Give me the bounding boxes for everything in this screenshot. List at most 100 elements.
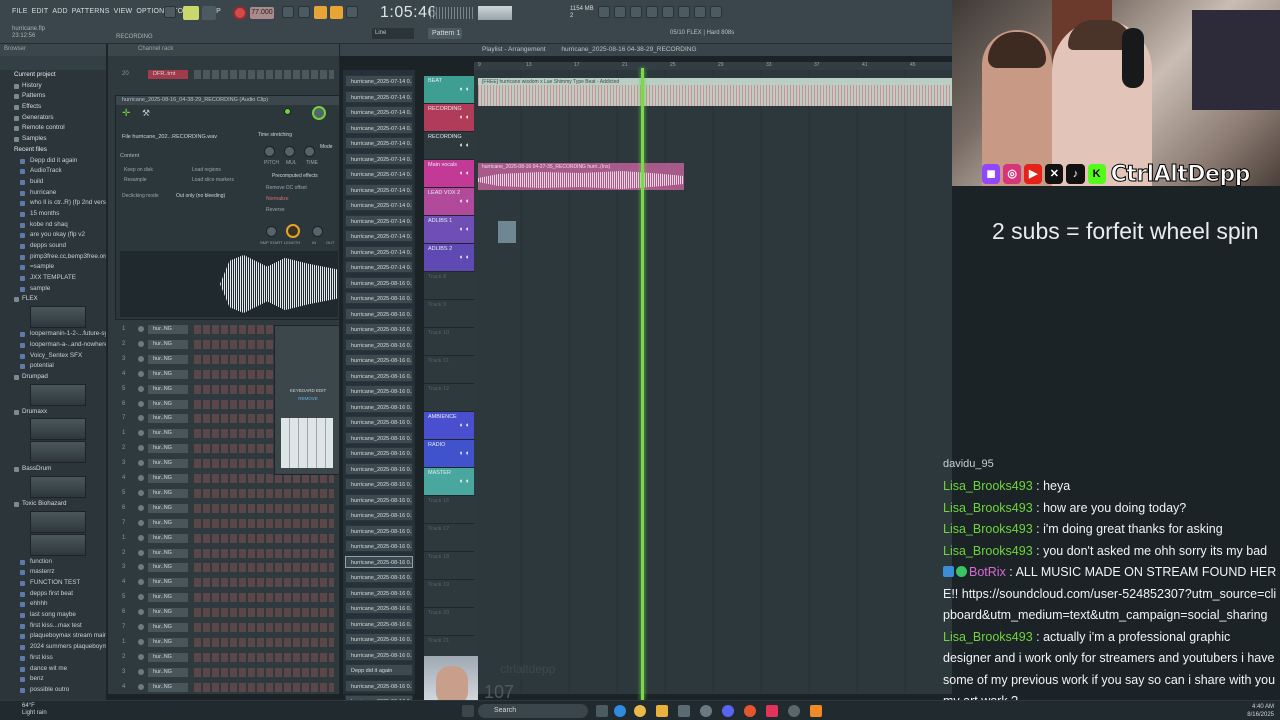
pattern-clip-item[interactable]: hurricane_2025-08-16 0.. xyxy=(345,648,413,661)
normalize-option[interactable]: Normalize xyxy=(266,196,289,202)
plugin-thumbnail[interactable] xyxy=(30,533,86,556)
step-sequencer[interactable] xyxy=(194,578,334,588)
master-volume-meter[interactable] xyxy=(478,6,512,20)
pattern-clip-item[interactable]: hurricane_2025-07-14 0.. xyxy=(345,90,413,103)
browser-item[interactable]: AudioTrack xyxy=(0,166,106,177)
pattern-selector[interactable]: Pattern 1 xyxy=(428,28,462,39)
chrome-icon[interactable] xyxy=(634,705,646,717)
chat-username[interactable]: Lisa_Brooks493 xyxy=(943,522,1033,536)
browser-item[interactable]: loopermanin-1-2-...future-synth xyxy=(0,329,106,340)
mute-led-icon[interactable] xyxy=(138,683,144,690)
browser-item[interactable]: Effects xyxy=(0,102,106,113)
mute-led-icon[interactable] xyxy=(138,564,144,571)
track-header[interactable]: LEAD VOX 2 ◐ ◐ xyxy=(424,188,474,216)
browser-item[interactable]: Recent files xyxy=(0,145,106,156)
chat-username[interactable]: Lisa_Brooks493 xyxy=(943,479,1033,493)
obs-icon[interactable] xyxy=(700,705,712,717)
browser-item[interactable]: 15 months xyxy=(0,209,106,220)
plugin-thumbnail[interactable] xyxy=(30,510,86,533)
mute-led-icon[interactable] xyxy=(138,415,144,422)
mute-led-icon[interactable] xyxy=(138,638,144,645)
track-header[interactable]: ADLIBS 2 ◐ ◐ xyxy=(424,244,474,272)
browser-item[interactable]: FLEX xyxy=(0,294,106,305)
start-icon[interactable] xyxy=(462,705,474,717)
browser-item[interactable]: build xyxy=(0,177,106,188)
pattern-clip-item[interactable]: hurricane_2025-07-14 0.. xyxy=(345,106,413,118)
tempo-display[interactable]: 77.000 xyxy=(250,7,274,19)
clip-waveform[interactable] xyxy=(120,251,338,317)
channel-row[interactable]: 5 hur..NG xyxy=(108,592,339,604)
pattern-clip-item[interactable]: hurricane_2025-07-14 0.. xyxy=(345,168,413,180)
fade-in-knob[interactable] xyxy=(312,226,323,237)
length-knob[interactable] xyxy=(286,224,300,238)
playhead[interactable] xyxy=(641,68,644,702)
volume-knob[interactable] xyxy=(312,106,326,120)
mute-led-icon[interactable] xyxy=(138,326,144,332)
pattern-clip-item[interactable]: hurricane_2025-08-16 0.. xyxy=(345,462,413,475)
taskbar-search[interactable]: Search xyxy=(478,704,588,718)
pattern-clip-item[interactable]: hurricane_2025-08-16 0.. xyxy=(345,323,413,335)
track-header[interactable]: Track 17 xyxy=(424,524,474,552)
mute-led-icon[interactable] xyxy=(138,460,144,467)
pattern-clip-item[interactable]: hurricane_2025-08-16 0.. xyxy=(345,400,413,413)
pattern-clip-item[interactable]: hurricane_2025-08-16 0.. xyxy=(345,338,413,351)
browser-item[interactable]: Depp did it again xyxy=(0,156,106,167)
browser-item[interactable]: =sample xyxy=(0,262,106,273)
pattern-clip-item[interactable]: hurricane_2025-08-16 0.. xyxy=(345,276,413,289)
mute-led-icon[interactable] xyxy=(138,624,144,630)
mute-led-icon[interactable] xyxy=(138,519,144,526)
step-sequencer[interactable] xyxy=(194,563,334,573)
help-icon[interactable] xyxy=(646,6,658,18)
time-knob[interactable] xyxy=(304,146,315,157)
browser-item[interactable]: Samples xyxy=(0,134,106,145)
track-controls-icon[interactable]: ◐ ◐ xyxy=(460,254,470,261)
channel-name[interactable]: hur..NG xyxy=(148,474,188,483)
mute-led-icon[interactable] xyxy=(138,549,144,556)
channel-name[interactable]: hur..NG xyxy=(148,578,188,588)
step-sequencer[interactable] xyxy=(194,652,334,662)
sample-start-knob[interactable] xyxy=(266,226,277,237)
chat-username[interactable]: Lisa_Brooks493 xyxy=(943,501,1033,515)
track-header[interactable]: Track 8 xyxy=(424,272,474,300)
chat-icon[interactable] xyxy=(694,6,706,18)
channel-name[interactable]: hur..NG xyxy=(148,459,188,469)
download-icon[interactable] xyxy=(710,6,722,18)
mute-led-icon[interactable] xyxy=(138,340,144,347)
step-sequencer[interactable] xyxy=(194,518,334,528)
plugin-thumbnail[interactable] xyxy=(30,441,86,464)
browser-item[interactable]: looperman-a-..and-nowhere xyxy=(0,340,106,351)
step-sequencer[interactable] xyxy=(194,488,334,498)
pattern-clip-item[interactable]: hurricane_2025-08-16 0.. xyxy=(345,354,413,366)
channel-row[interactable]: 5 hur..NG xyxy=(108,488,339,500)
mute-led-icon[interactable] xyxy=(138,355,144,362)
menu-item-add[interactable]: ADD xyxy=(52,8,67,15)
pattern-clip-item[interactable]: hurricane_2025-08-16 0.. xyxy=(345,509,413,521)
browser-item[interactable]: FUNCTION TEST xyxy=(0,578,106,589)
pattern-clip-item[interactable]: hurricane_2025-07-14 0.. xyxy=(345,137,413,149)
browser-item[interactable]: pimp3free.cc,bemp3free.org xyxy=(0,252,106,263)
plugin-thumbnail[interactable] xyxy=(30,306,86,329)
media-icon[interactable] xyxy=(788,705,800,717)
chat-username[interactable]: BotRix xyxy=(969,565,1006,579)
track-header[interactable]: RECORDING ◐ ◐ xyxy=(424,132,474,160)
step-sequencer[interactable] xyxy=(194,637,334,647)
keyboard-keys[interactable] xyxy=(281,418,333,468)
channel-row[interactable]: 6 hur..NG xyxy=(108,503,339,515)
pattern-clip-item[interactable]: hurricane_2025-07-14 0.. xyxy=(345,121,413,134)
track-header[interactable]: Track 16 xyxy=(424,496,474,524)
mute-led-icon[interactable] xyxy=(138,594,144,601)
track-header[interactable]: AMBIENCE ◐ ◐ xyxy=(424,412,474,440)
track-controls-icon[interactable]: ◐ ◐ xyxy=(460,226,470,233)
track-controls-icon[interactable]: ◐ ◐ xyxy=(460,114,470,121)
mute-led-icon[interactable] xyxy=(138,579,144,586)
pattern-clip-item[interactable]: hurricane_2025-08-16 0.. xyxy=(345,555,413,568)
track-header[interactable]: MASTER ◐ ◐ xyxy=(424,468,474,496)
step-sequencer[interactable] xyxy=(194,533,334,543)
task-view-icon[interactable] xyxy=(596,705,608,717)
browser-item[interactable]: Current project xyxy=(0,70,106,81)
channel-name[interactable]: hur..NG xyxy=(148,637,188,647)
mute-led-icon[interactable] xyxy=(138,370,144,377)
mute-led-icon[interactable] xyxy=(138,609,144,616)
browser-item[interactable]: Generators xyxy=(0,113,106,124)
browser-item[interactable]: Drumpad xyxy=(0,372,106,383)
